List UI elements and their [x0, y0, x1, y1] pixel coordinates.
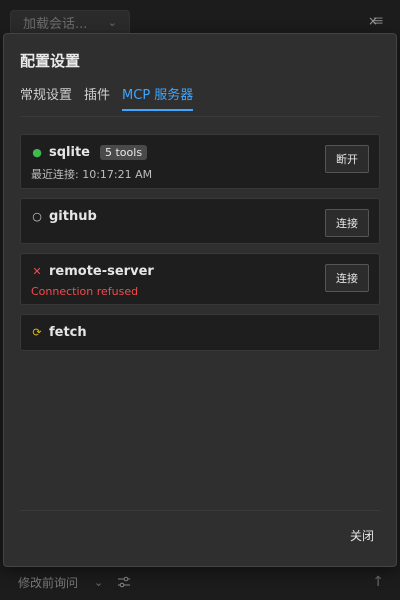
status-error-icon: ✕: [32, 265, 42, 278]
server-name: fetch: [49, 325, 87, 340]
bottom-bar: 修改前询问 ⌄ ↑: [0, 564, 400, 600]
last-connected-text: 最近连接: 10:17:21 AM: [31, 168, 153, 181]
config-modal: × 配置设置 常规设置 插件 MCP 服务器 ● sqlite 5 tools …: [3, 14, 397, 567]
server-card-github: ○ github 连接: [20, 198, 380, 244]
chevron-down-icon: ⌄: [107, 16, 117, 29]
tab-general[interactable]: 常规设置: [20, 84, 72, 111]
connect-button[interactable]: 连接: [325, 264, 369, 292]
error-text: Connection refused: [31, 285, 139, 298]
server-card-fetch: ⟳ fetch: [20, 314, 380, 351]
sliders-icon[interactable]: [117, 575, 131, 589]
server-list: ● sqlite 5 tools 最近连接: 10:17:21 AM 断开 ○ …: [20, 134, 380, 360]
close-button[interactable]: 关闭: [350, 527, 374, 544]
server-card-remote-server: ✕ remote-server Connection refused 连接: [20, 253, 380, 305]
send-arrow-icon[interactable]: ↑: [372, 574, 384, 590]
server-name: sqlite: [49, 145, 90, 160]
mode-select-value: 修改前询问: [18, 575, 79, 590]
divider: [20, 510, 380, 511]
tab-plugins[interactable]: 插件: [84, 84, 110, 111]
modal-title: 配置设置: [20, 52, 81, 70]
server-name: github: [49, 209, 97, 224]
status-connected-icon: ●: [32, 146, 42, 159]
tools-badge: 5 tools: [100, 145, 148, 160]
chevron-down-icon: ⌄: [94, 575, 104, 589]
status-connecting-icon: ⟳: [32, 326, 42, 339]
server-name: remote-server: [49, 264, 154, 279]
close-icon[interactable]: ×: [368, 14, 378, 28]
status-disconnected-icon: ○: [32, 210, 42, 223]
divider: [20, 116, 380, 117]
connect-button[interactable]: 连接: [325, 209, 369, 237]
server-card-sqlite: ● sqlite 5 tools 最近连接: 10:17:21 AM 断开: [20, 134, 380, 189]
tab-bar: 常规设置 插件 MCP 服务器: [20, 84, 194, 111]
mode-select[interactable]: 修改前询问 ⌄: [18, 574, 103, 591]
session-select-placeholder: 加载会话...: [23, 17, 88, 32]
disconnect-button[interactable]: 断开: [325, 145, 369, 173]
tab-mcp-servers[interactable]: MCP 服务器: [122, 84, 194, 111]
session-select[interactable]: 加载会话... ⌄: [10, 10, 130, 35]
